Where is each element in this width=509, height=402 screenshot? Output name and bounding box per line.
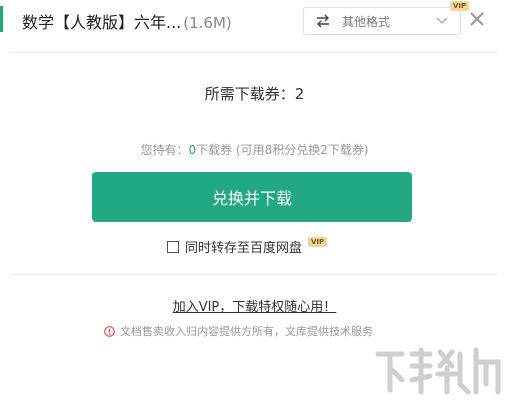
save-to-netdisk-label: 同时转存至百度网盘 xyxy=(185,241,303,256)
content-divider xyxy=(10,274,499,275)
save-to-netdisk-checkbox[interactable] xyxy=(167,240,179,253)
vip-badge: VIP xyxy=(308,236,328,247)
document-title-text: 数学【人教版】六年... xyxy=(22,13,182,32)
copyright-notice: 文档售卖收入归内容提供方所有，文库提供技术服务 xyxy=(104,323,373,339)
holding-suffix: 下载券 (可用8积分兑换2下载券) xyxy=(196,143,369,157)
site-watermark-logo xyxy=(375,347,501,395)
holding-prefix: 您持有： xyxy=(140,143,189,157)
chevron-down-icon xyxy=(436,17,448,24)
other-format-select[interactable]: 其他格式 xyxy=(303,7,461,35)
required-tickets: 所需下载券：2 xyxy=(204,85,305,103)
info-icon xyxy=(104,325,115,337)
holding-info: 您持有：0下载券 (可用8积分兑换2下载券) xyxy=(0,141,509,158)
close-icon[interactable] xyxy=(468,10,486,28)
redeem-and-download-button[interactable]: 兑换并下载 xyxy=(92,172,412,222)
join-vip-link[interactable]: 加入VIP，下载特权随心用！ xyxy=(0,296,509,315)
header-divider xyxy=(10,52,499,53)
format-select-label: 其他格式 xyxy=(342,14,391,29)
save-to-netdisk-option[interactable]: 同时转存至百度网盘 VIP xyxy=(167,236,328,256)
vip-badge: VIP xyxy=(450,1,470,11)
swap-arrows-icon xyxy=(317,14,329,28)
copyright-notice-text: 文档售卖收入归内容提供方所有，文库提供技术服务 xyxy=(120,325,373,338)
document-title: 数学【人教版】六年... (1.6M) xyxy=(22,9,232,33)
holding-count: 0 xyxy=(188,143,197,157)
file-size: (1.6M) xyxy=(183,14,232,32)
title-accent-bar xyxy=(0,6,3,32)
